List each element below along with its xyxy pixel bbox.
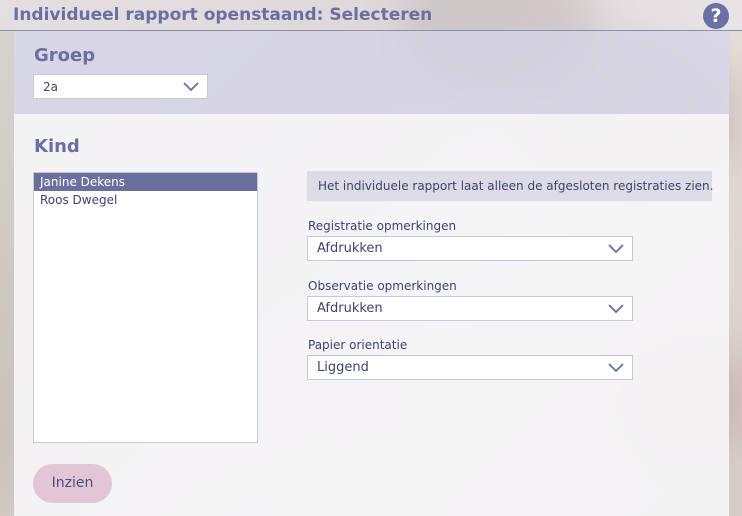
registratie-select-value: Afdrukken bbox=[317, 241, 383, 256]
papier-select[interactable]: Liggend bbox=[307, 355, 633, 380]
list-item-roos-dwegel[interactable]: Roos Dwegel bbox=[34, 191, 257, 209]
observatie-select-value: Afdrukken bbox=[317, 301, 383, 316]
observatie-label: Observatie opmerkingen bbox=[308, 279, 457, 293]
groep-select-value: 2a bbox=[43, 80, 58, 94]
registratie-select[interactable]: Afdrukken bbox=[307, 236, 633, 261]
chevron-down-icon bbox=[608, 244, 624, 254]
chevron-down-icon bbox=[608, 363, 624, 373]
kind-heading: Kind bbox=[34, 136, 80, 157]
inzien-button[interactable]: Inzien bbox=[33, 464, 112, 503]
groep-heading: Groep bbox=[34, 45, 96, 66]
chevron-down-icon bbox=[183, 82, 199, 92]
kind-listbox[interactable]: Janine Dekens Roos Dwegel bbox=[33, 172, 258, 443]
page-title: Individueel rapport openstaand: Selecter… bbox=[13, 5, 433, 25]
list-item-janine-dekens[interactable]: Janine Dekens bbox=[34, 173, 257, 191]
registratie-label: Registratie opmerkingen bbox=[308, 219, 457, 233]
papier-select-value: Liggend bbox=[317, 360, 369, 375]
groep-select[interactable]: 2a bbox=[33, 74, 208, 99]
kind-panel: Kind Janine Dekens Roos Dwegel Het indiv… bbox=[14, 114, 729, 516]
question-icon[interactable]: ? bbox=[703, 3, 729, 29]
chevron-down-icon bbox=[608, 304, 624, 314]
title-bar: Individueel rapport openstaand: Selecter… bbox=[0, 0, 742, 31]
observatie-select[interactable]: Afdrukken bbox=[307, 296, 633, 321]
groep-panel: Groep 2a bbox=[14, 31, 729, 114]
papier-label: Papier orientatie bbox=[308, 338, 408, 352]
info-message: Het individuele rapport laat alleen de a… bbox=[307, 171, 713, 201]
